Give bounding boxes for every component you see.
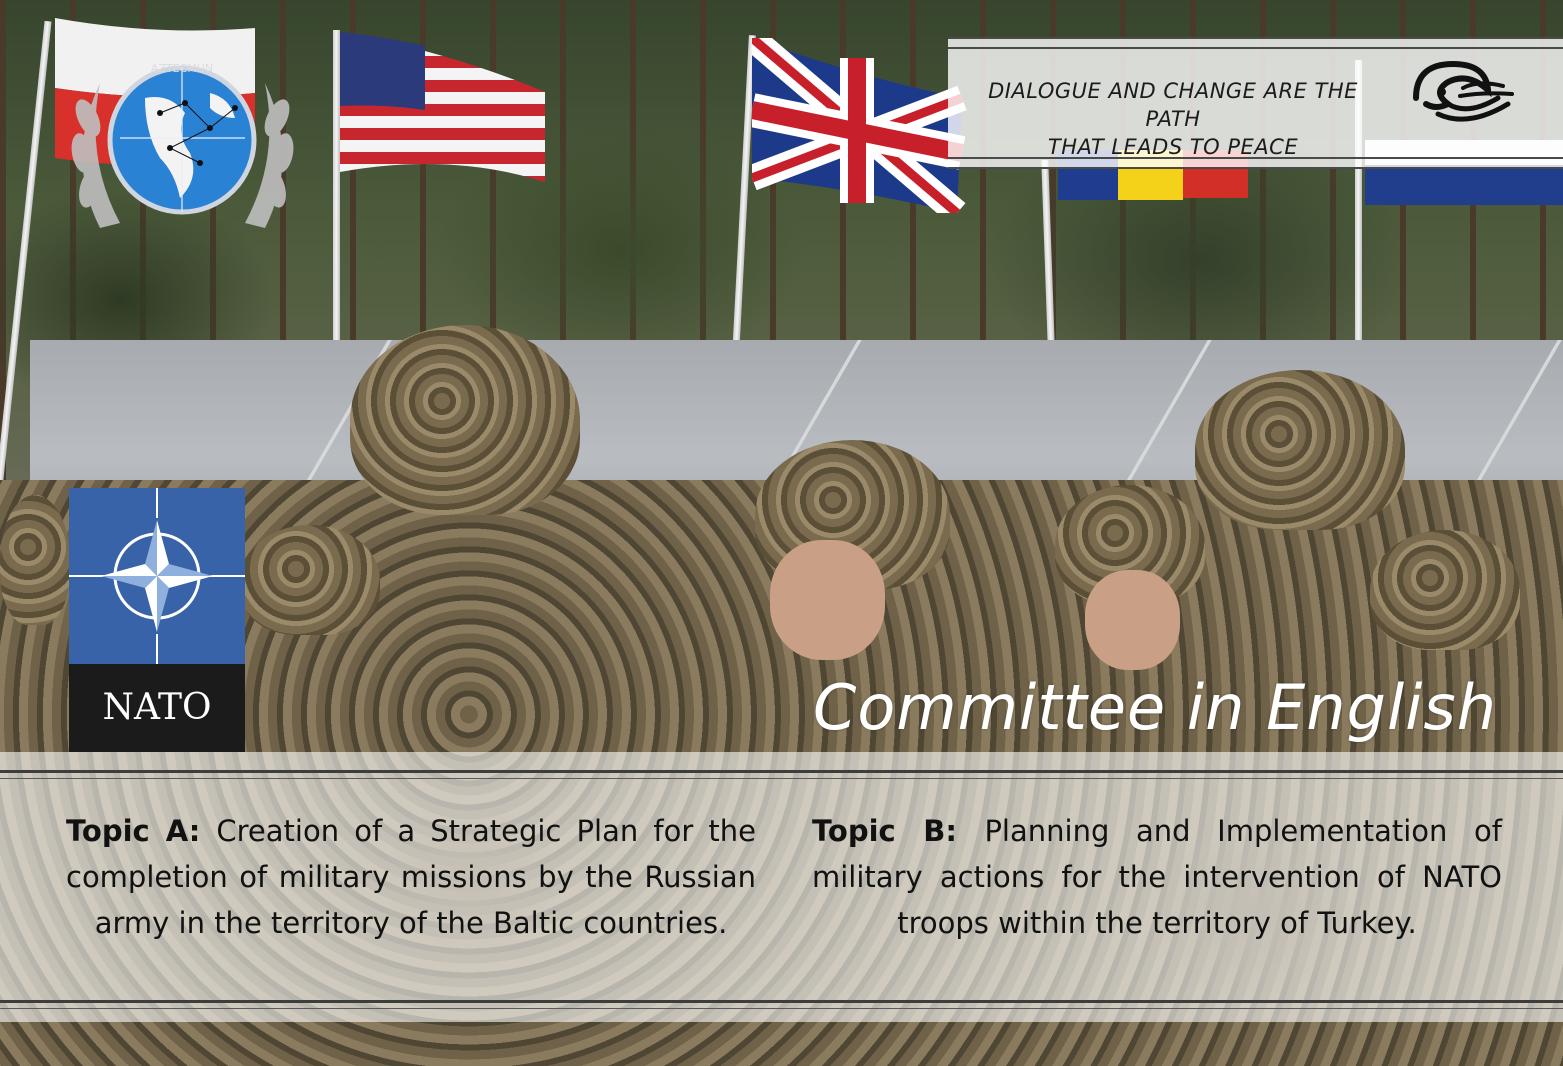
band-border-bottom [0, 1000, 1563, 1003]
motto-line-1: DIALOGUE AND CHANGE ARE THE PATH [988, 79, 1358, 131]
soldier-helmet [350, 325, 580, 515]
aztecmun-logo: AZTECMUN [71, 62, 294, 228]
committee-title: Committee in English [813, 671, 1497, 744]
soldier-helmet [0, 495, 70, 625]
soldier-helmet [1370, 530, 1520, 650]
band-border-bottom-thin [0, 1008, 1563, 1009]
motto-text: DIALOGUE AND CHANGE ARE THE PATH THAT LE… [958, 77, 1388, 161]
nato-logo-text: NATO [102, 687, 212, 728]
topic-b-block: Topic B: Planning and Implementation of … [812, 808, 1502, 946]
aztecmun-logo-text: AZTECMUN [151, 62, 213, 75]
nato-compass-star-icon [69, 488, 245, 664]
topic-a-label: Topic A: [66, 814, 217, 848]
flag-uk [752, 38, 967, 213]
nato-logo-emblem-area [69, 488, 245, 664]
topic-b-label: Topic B: [812, 814, 985, 848]
motto-line-2: THAT LEADS TO PEACE [1047, 135, 1299, 159]
band-border-top-thin [0, 778, 1563, 779]
nato-logo: NATO [69, 488, 245, 752]
flag-usa [340, 32, 545, 182]
soldier-helmet [240, 525, 380, 635]
soldier-helmet [1195, 370, 1405, 530]
waves-emblem-icon [1413, 60, 1514, 122]
soldier-face [770, 540, 885, 660]
motto-divider [948, 47, 1563, 49]
soldier-face [1085, 570, 1180, 670]
band-border-top [0, 770, 1563, 773]
topic-a-block: Topic A: Creation of a Strategic Plan fo… [66, 808, 756, 946]
